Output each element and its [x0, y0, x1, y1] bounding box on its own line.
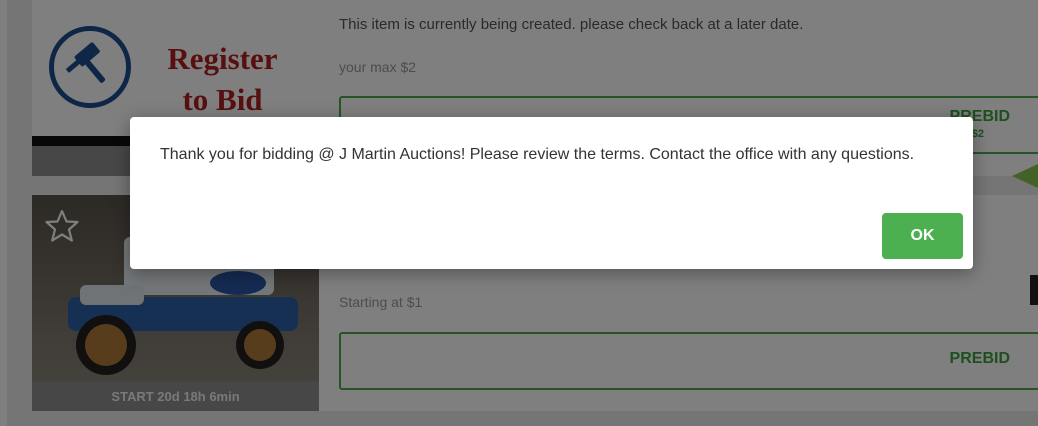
- ok-button[interactable]: OK: [882, 213, 963, 259]
- bid-confirmation-dialog: Thank you for bidding @ J Martin Auction…: [130, 117, 973, 269]
- dialog-message: Thank you for bidding @ J Martin Auction…: [160, 146, 915, 163]
